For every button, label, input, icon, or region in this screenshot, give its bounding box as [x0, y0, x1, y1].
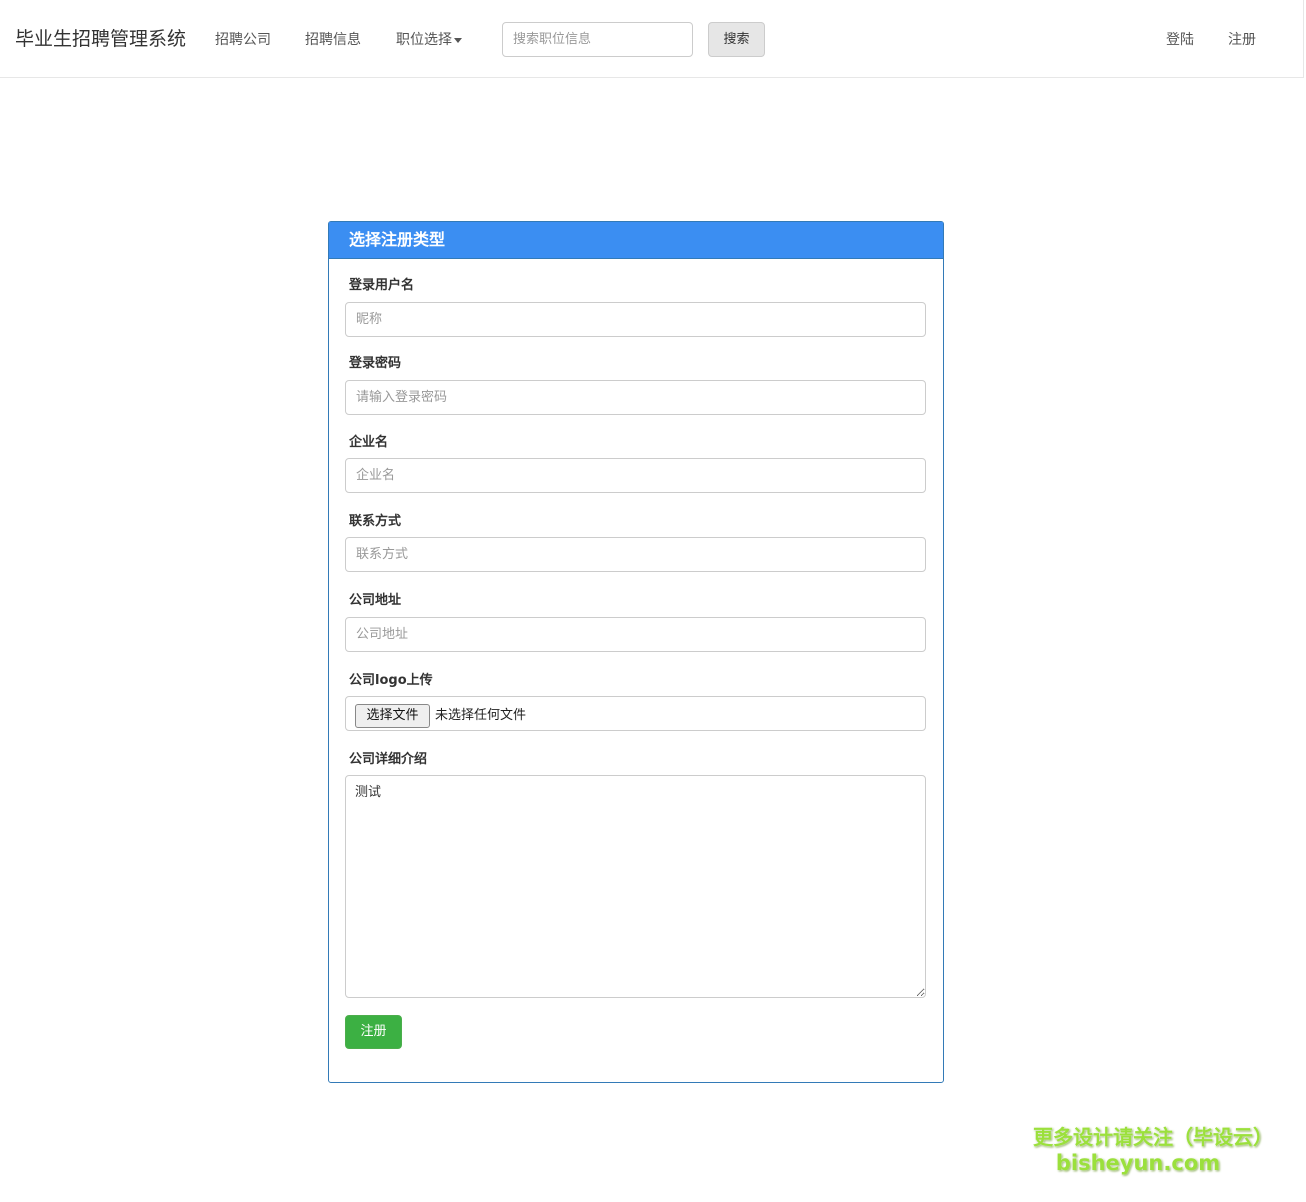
registration-panel: 选择注册类型 登录用户名 登录密码 企业名 联系方式 公司地址 公司logo上传…	[328, 221, 944, 1083]
password-label: 登录密码	[349, 356, 402, 371]
company-address-input[interactable]	[345, 617, 926, 652]
file-status-text: 未选择任何文件	[435, 708, 527, 723]
caret-down-icon	[454, 37, 462, 43]
watermark: 更多设计请关注（毕设云） bisheyun.com	[1022, 1123, 1284, 1175]
brand-title[interactable]: 毕业生招聘管理系统	[15, 25, 186, 53]
nav-link-recruiting-info[interactable]: 招聘信息	[305, 30, 361, 50]
search-button[interactable]: 搜索	[708, 22, 765, 57]
nav-link-login[interactable]: 登陆	[1166, 30, 1194, 50]
company-name-input[interactable]	[345, 458, 926, 493]
username-label: 登录用户名	[349, 278, 415, 293]
nav-link-register[interactable]: 注册	[1228, 30, 1256, 50]
username-input[interactable]	[345, 302, 926, 337]
logo-file-input: 选择文件 未选择任何文件	[345, 696, 926, 731]
nav-dropdown-position-select[interactable]: 职位选择	[396, 30, 462, 50]
search-input[interactable]	[502, 22, 693, 57]
top-navbar: 毕业生招聘管理系统 招聘公司 招聘信息 职位选择 搜索 登陆 注册	[0, 0, 1304, 78]
panel-heading: 选择注册类型	[329, 222, 943, 259]
register-submit-button[interactable]: 注册	[345, 1015, 402, 1049]
password-input[interactable]	[345, 380, 926, 415]
contact-label: 联系方式	[349, 514, 402, 529]
nav-link-recruiting-companies[interactable]: 招聘公司	[215, 30, 271, 50]
description-textarea[interactable]	[345, 775, 926, 998]
logo-upload-label: 公司logo上传	[349, 673, 433, 688]
contact-input[interactable]	[345, 537, 926, 572]
description-label: 公司详细介绍	[349, 752, 428, 767]
watermark-line2: bisheyun.com	[1055, 1151, 1221, 1175]
company-address-label: 公司地址	[349, 593, 402, 608]
nav-dropdown-label: 职位选择	[396, 32, 452, 48]
panel-title: 选择注册类型	[349, 230, 446, 249]
choose-file-button[interactable]: 选择文件	[355, 704, 430, 728]
company-name-label: 企业名	[349, 435, 389, 450]
watermark-line1: 更多设计请关注（毕设云）	[1033, 1125, 1273, 1149]
